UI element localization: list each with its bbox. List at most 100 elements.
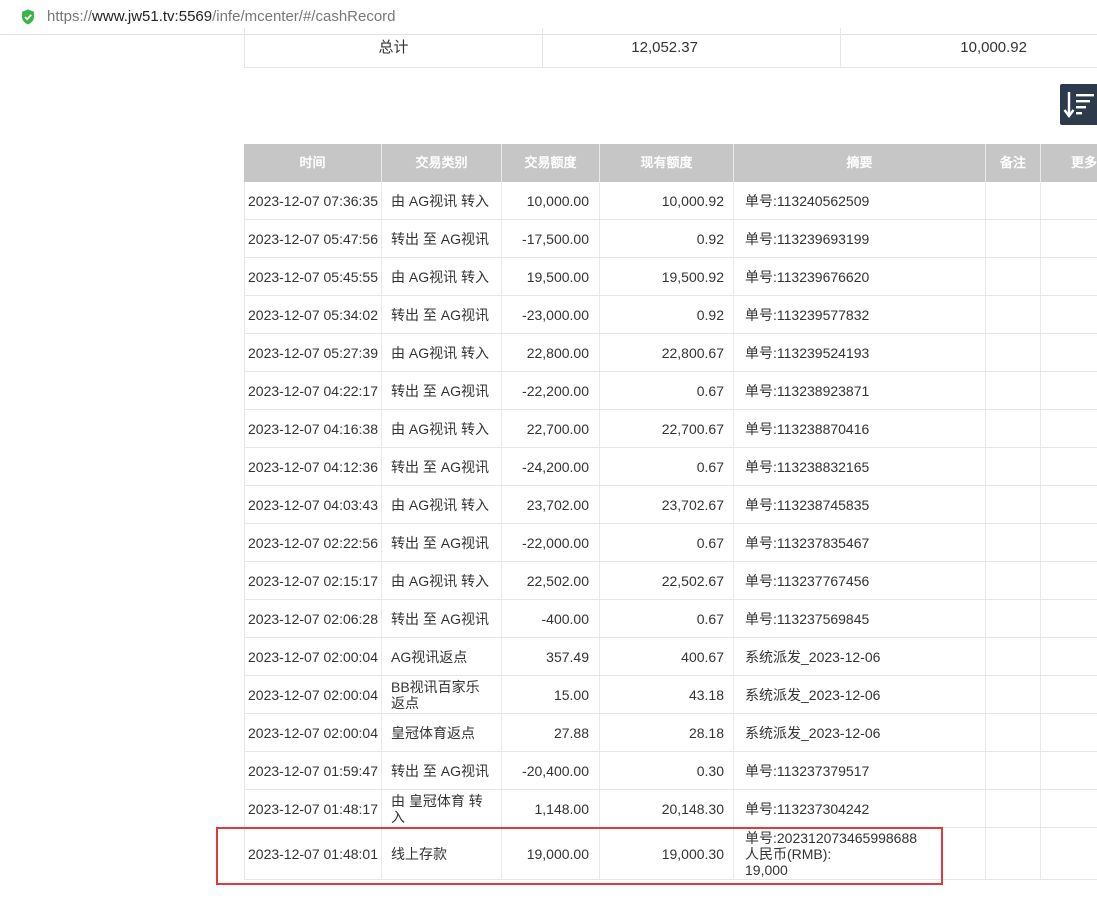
cell-more[interactable] (1041, 296, 1097, 333)
sort-button[interactable] (1060, 84, 1097, 125)
cell-more[interactable] (1041, 714, 1097, 751)
cell-amount: -17,500.00 (502, 220, 600, 257)
cell-more[interactable] (1041, 752, 1097, 789)
cell-summary: 系统派发_2023-12-06 (734, 714, 986, 751)
cell-more[interactable] (1041, 258, 1097, 295)
cell-more[interactable] (1041, 676, 1097, 713)
column-header-balance[interactable]: 现有额度 (600, 144, 734, 182)
column-header-note[interactable]: 备注 (986, 144, 1041, 182)
cell-type: 由 皇冠体育 转入 (382, 790, 502, 827)
cell-note (986, 182, 1041, 219)
cell-more[interactable] (1041, 524, 1097, 561)
cell-balance: 0.30 (600, 752, 734, 789)
cell-balance: 43.18 (600, 676, 734, 713)
cell-amount: 15.00 (502, 676, 600, 713)
table-row[interactable]: 2023-12-07 05:47:56 转出 至 AG视讯 -17,500.00 0.… (244, 220, 1097, 258)
cell-balance: 0.92 (600, 220, 734, 257)
summary-total-amount: 12,052.37 (543, 28, 841, 67)
cell-summary: 单号:113237767456 (734, 562, 986, 599)
table-row[interactable]: 2023-12-07 02:00:04 皇冠体育返点 27.88 28.18 系统派发_… (244, 714, 1097, 752)
cell-note (986, 676, 1041, 713)
cell-more[interactable] (1041, 372, 1097, 409)
table-row[interactable]: 2023-12-07 02:00:04 BB视讯百家乐返点 15.00 43.18 系统… (244, 676, 1097, 714)
cell-balance: 0.92 (600, 296, 734, 333)
cell-time: 2023-12-07 04:16:38 (244, 410, 382, 447)
url-domain: www.jw51.tv:5569 (92, 8, 213, 25)
table-row[interactable]: 2023-12-07 02:22:56 转出 至 AG视讯 -22,000.00 0.… (244, 524, 1097, 562)
table-row[interactable]: 2023-12-07 02:00:04 AG视讯返点 357.49 400.67 系统派… (244, 638, 1097, 676)
cell-amount: -400.00 (502, 600, 600, 637)
shield-check-icon (22, 9, 34, 25)
cell-note (986, 448, 1041, 485)
cell-time: 2023-12-07 05:27:39 (244, 334, 382, 371)
cell-balance: 10,000.92 (600, 182, 734, 219)
table-row[interactable]: 2023-12-07 02:06:28 转出 至 AG视讯 -400.00 0.67 单… (244, 600, 1097, 638)
url-path: /infe/mcenter/#/cashRecord (212, 8, 396, 25)
table-row[interactable]: 2023-12-07 01:48:17 由 皇冠体育 转入 1,148.00 20,1… (244, 790, 1097, 828)
cell-summary: 单号:113238923871 (734, 372, 986, 409)
cell-summary: 单号:113237304242 (734, 790, 986, 827)
cell-note (986, 410, 1041, 447)
table-row[interactable]: 2023-12-07 04:16:38 由 AG视讯 转入 22,700.00 22,… (244, 410, 1097, 448)
cell-balance: 22,800.67 (600, 334, 734, 371)
table-row[interactable]: 2023-12-07 01:59:47 转出 至 AG视讯 -20,400.00 0.… (244, 752, 1097, 790)
cell-time: 2023-12-07 04:03:43 (244, 486, 382, 523)
cell-note (986, 486, 1041, 523)
table-row[interactable]: 2023-12-07 05:45:55 由 AG视讯 转入 19,500.00 19,… (244, 258, 1097, 296)
table-row[interactable]: 2023-12-07 04:03:43 由 AG视讯 转入 23,702.00 23,… (244, 486, 1097, 524)
cell-more[interactable] (1041, 828, 1097, 879)
table-row[interactable]: 2023-12-07 07:36:35 由 AG视讯 转入 10,000.00 10,… (244, 182, 1097, 220)
column-header-amount[interactable]: 交易额度 (502, 144, 600, 182)
cell-more[interactable] (1041, 410, 1097, 447)
cell-summary: 系统派发_2023-12-06 (734, 638, 986, 675)
cell-time: 2023-12-07 01:59:47 (244, 752, 382, 789)
table-row[interactable]: 2023-12-07 05:34:02 转出 至 AG视讯 -23,000.00 0.… (244, 296, 1097, 334)
cell-more[interactable] (1041, 790, 1097, 827)
cell-summary: 单号:113238870416 (734, 410, 986, 447)
cell-summary: 单号:113239524193 (734, 334, 986, 371)
table-row[interactable]: 2023-12-07 02:15:17 由 AG视讯 转入 22,502.00 22,… (244, 562, 1097, 600)
cell-balance: 0.67 (600, 600, 734, 637)
cell-summary: 单号:113239676620 (734, 258, 986, 295)
cell-more[interactable] (1041, 220, 1097, 257)
cell-balance: 400.67 (600, 638, 734, 675)
cell-type: 转出 至 AG视讯 (382, 600, 502, 637)
cell-note (986, 372, 1041, 409)
cell-type: 转出 至 AG视讯 (382, 752, 502, 789)
cell-more[interactable] (1041, 334, 1097, 371)
cell-type: AG视讯返点 (382, 638, 502, 675)
cell-summary: 系统派发_2023-12-06 (734, 676, 986, 713)
summary-total-balance: 10,000.92 (960, 39, 1027, 56)
cell-amount: 19,500.00 (502, 258, 600, 295)
cell-amount: -22,000.00 (502, 524, 600, 561)
column-header-time[interactable]: 时间 (244, 144, 382, 182)
cell-more[interactable] (1041, 600, 1097, 637)
url-text[interactable]: https://www.jw51.tv:5569/infe/mcenter/#/… (47, 8, 396, 25)
cell-amount: 22,502.00 (502, 562, 600, 599)
cell-time: 2023-12-07 04:22:17 (244, 372, 382, 409)
table-row[interactable]: 2023-12-07 05:27:39 由 AG视讯 转入 22,800.00 22,… (244, 334, 1097, 372)
cell-summary: 单号:113240562509 (734, 182, 986, 219)
cell-note (986, 296, 1041, 333)
column-header-type[interactable]: 交易类别 (382, 144, 502, 182)
cell-balance: 23,702.67 (600, 486, 734, 523)
table-row[interactable]: 2023-12-07 04:12:36 转出 至 AG视讯 -24,200.00 0.… (244, 448, 1097, 486)
column-header-more[interactable]: 更多 (1041, 144, 1097, 182)
cell-time: 2023-12-07 05:34:02 (244, 296, 382, 333)
cell-more[interactable] (1041, 486, 1097, 523)
cell-balance: 20,148.30 (600, 790, 734, 827)
cell-amount: 22,800.00 (502, 334, 600, 371)
column-header-summary[interactable]: 摘要 (734, 144, 986, 182)
table-header: 时间 交易类别 交易额度 现有额度 摘要 备注 更多 (244, 144, 1097, 182)
cell-more[interactable] (1041, 182, 1097, 219)
cell-time: 2023-12-07 01:48:17 (244, 790, 382, 827)
cell-more[interactable] (1041, 448, 1097, 485)
cell-time: 2023-12-07 05:47:56 (244, 220, 382, 257)
table-row[interactable]: 2023-12-07 04:22:17 转出 至 AG视讯 -22,200.00 0.… (244, 372, 1097, 410)
cell-type: 由 AG视讯 转入 (382, 562, 502, 599)
cell-more[interactable] (1041, 638, 1097, 675)
cell-time: 2023-12-07 02:15:17 (244, 562, 382, 599)
cell-balance: 22,700.67 (600, 410, 734, 447)
cell-amount: 10,000.00 (502, 182, 600, 219)
cell-more[interactable] (1041, 562, 1097, 599)
